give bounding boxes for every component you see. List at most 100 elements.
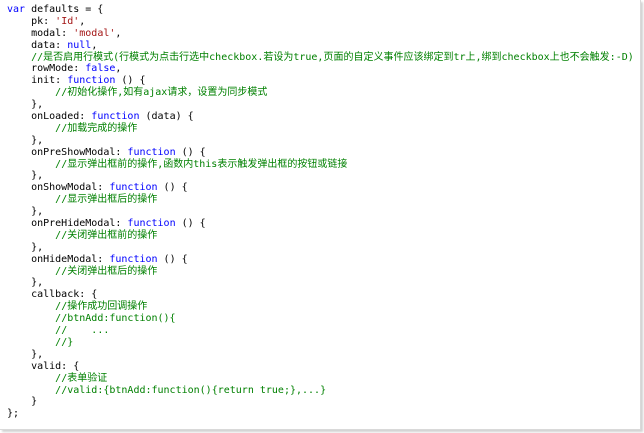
code-keyword: null [67,39,92,51]
code-text: defaults = { [25,4,104,15]
code-comment: //显示弹出框前的操作,函数内this表示触发弹出框的按钮或链接 [55,158,348,170]
code-text: onPreShowModal: [7,146,128,158]
code-line: //关闭弹出框后的操作 [7,266,634,278]
code-line: //btnAdd:function(){ [7,313,634,325]
code-text: }, [7,170,44,182]
code-text: } [7,396,38,408]
code-line: pk: 'Id', [7,16,634,28]
code-text: () { [175,218,206,230]
code-line: } [7,396,634,408]
code-line: //是否启用行模式(行模式为点击行选中checkbox.若设为true,页面的自… [7,52,634,64]
code-text: () { [157,182,188,194]
code-screenshot-frame: var defaults = { pk: 'Id', modal: 'modal… [0,0,641,430]
code-keyword: function [67,75,116,87]
code-text: valid: { [7,360,80,372]
code-comment: //} [55,336,74,348]
code-line: }, [7,99,634,111]
code-comment: //关闭弹出框前的操作 [55,229,158,241]
code-text: }, [7,277,44,289]
code-text: rowMode: [7,63,86,75]
code-line: onLoaded: function (data) { [7,111,634,123]
code-string: 'Id' [55,15,80,27]
code-line: }; [7,408,634,420]
code-text: }; [7,408,20,420]
code-keyword: function [109,182,158,194]
code-line: //加载完成的操作 [7,123,634,135]
code-line: }, [7,277,634,289]
code-text: () { [115,75,146,87]
code-text: onShowModal: [7,182,110,194]
code-line: }, [7,206,634,218]
code-text: init: [7,75,68,87]
code-line: //表单验证 [7,373,634,385]
code-comment: //是否启用行模式(行模式为点击行选中checkbox.若设为true,页面的自… [31,51,634,63]
code-text: , [91,39,98,51]
code-line: //操作成功回调操作 [7,301,634,313]
code-comment: //加载完成的操作 [55,122,138,134]
code-line: //显示弹出框前的操作,函数内this表示触发弹出框的按钮或链接 [7,159,634,171]
code-keyword: function [127,218,176,230]
code-line: data: null, [7,40,634,52]
code-comment: //btnAdd:function(){ [55,313,176,325]
code-text: , [115,27,122,39]
code-line: onPreShowModal: function () { [7,147,634,159]
code-line: //关闭弹出框前的操作 [7,230,634,242]
code-line: callback: { [7,289,634,301]
code-line: }, [7,349,634,361]
code-comment: //关闭弹出框后的操作 [55,265,158,277]
code-text: , [79,15,86,27]
code-line: rowMode: false, [7,63,634,75]
code-line: var defaults = { [7,4,634,16]
code-line: }, [7,242,634,254]
code-text: }, [7,348,44,360]
code-text: data: [7,39,68,51]
code-comment: //valid:{btnAdd:function(){return true;}… [55,384,327,396]
code-line: onHideModal: function () { [7,254,634,266]
code-comment: //显示弹出框后的操作 [55,194,158,206]
code-comment: // ... [55,325,110,337]
code-line: //} [7,337,634,349]
code-line: onPreHideModal: function () { [7,218,634,230]
code-line: modal: 'modal', [7,28,634,40]
code-line: //显示弹出框后的操作 [7,194,634,206]
code-text: onHideModal: [7,253,110,265]
code-string: 'modal' [73,27,116,39]
code-keyword: function [91,111,140,123]
code-keyword: function [109,253,158,265]
code-keyword: false [85,63,116,75]
code-line: //valid:{btnAdd:function(){return true;}… [7,385,634,397]
code-comment: //操作成功回调操作 [55,301,148,313]
code-text: }, [7,206,44,218]
code-comment: //初始化操作,如有ajax请求，设置为同步模式 [55,87,268,99]
code-text: callback: { [7,289,98,301]
code-keyword: function [127,146,176,158]
code-text: , [115,63,122,75]
code-text: (data) { [139,111,194,123]
code-comment: //表单验证 [55,372,108,384]
code-text: pk: [7,15,56,27]
code-text: onLoaded: [7,111,92,123]
code-text: () { [175,146,206,158]
code-line: init: function () { [7,75,634,87]
code-line: //初始化操作,如有ajax请求，设置为同步模式 [7,87,634,99]
code-line: }, [7,170,634,182]
code-text: onPreHideModal: [7,218,128,230]
code-line: onShowModal: function () { [7,182,634,194]
code-keyword: var [7,4,26,15]
code-line: // ... [7,325,634,337]
code-text: }, [7,241,44,253]
code-block: var defaults = { pk: 'Id', modal: 'modal… [7,4,634,420]
code-line: }, [7,135,634,147]
